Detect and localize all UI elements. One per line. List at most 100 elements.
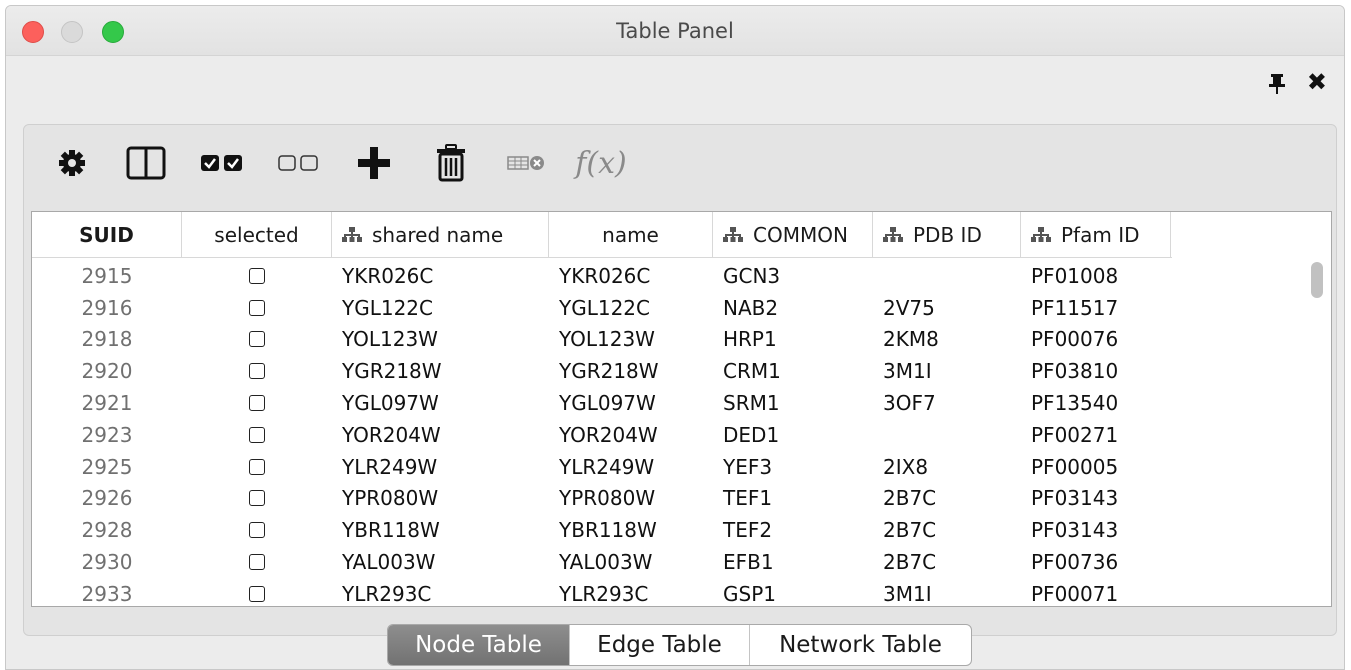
close-panel-icon[interactable]: ✖ <box>1307 70 1327 94</box>
pin-icon[interactable] <box>1268 74 1286 94</box>
cell-shared-name: YKR026C <box>342 263 434 288</box>
table-row[interactable]: 2915 YKR026C YKR026C GCN3 PF01008 <box>32 260 1172 292</box>
table-row[interactable]: 2921 YGL097W YGL097W SRM1 3OF7 PF13540 <box>32 387 1172 419</box>
cell-suid: 2918 <box>81 327 133 352</box>
selected-checkbox[interactable] <box>249 585 265 602</box>
function-builder-icon: f(x) <box>575 145 627 181</box>
cell-selected <box>182 331 332 348</box>
cell-pfam-id: PF11517 <box>1031 295 1119 320</box>
cell-suid: 2930 <box>81 550 133 575</box>
table-panel-window: Table Panel ✖ f(x) SUID selected shared … <box>5 5 1345 670</box>
column-header-name[interactable]: name <box>549 212 713 258</box>
deselect-all-icon[interactable] <box>277 143 321 183</box>
network-tree-icon <box>1031 227 1051 242</box>
cell-selected <box>182 395 332 412</box>
selected-checkbox[interactable] <box>249 267 265 284</box>
cell-name: YOR204W <box>559 422 658 447</box>
cell-pfam-id: PF13540 <box>1031 391 1119 416</box>
network-tree-icon <box>723 227 743 242</box>
column-header-common[interactable]: COMMON <box>713 212 873 258</box>
cell-pdb-id: 2IX8 <box>883 454 929 479</box>
cell-name: YKR026C <box>559 263 651 288</box>
title-bar[interactable]: Table Panel <box>6 6 1344 56</box>
node-table: SUID selected shared name name COMMON PD… <box>31 211 1332 607</box>
cell-suid: 2926 <box>81 486 133 511</box>
window-title: Table Panel <box>616 19 734 43</box>
table-row[interactable]: 2933 YLR293C YLR293C GSP1 3M1I PF00071 <box>32 578 1172 606</box>
cell-pfam-id: PF03143 <box>1031 486 1119 511</box>
table-row[interactable]: 2926 YPR080W YPR080W TEF1 2B7C PF03143 <box>32 483 1172 515</box>
column-header-suid[interactable]: SUID <box>32 212 182 258</box>
cell-name: YLR249W <box>559 454 655 479</box>
trash-icon[interactable] <box>431 143 471 183</box>
select-all-icon[interactable] <box>199 143 245 183</box>
table-row[interactable]: 2920 YGR218W YGR218W CRM1 3M1I PF03810 <box>32 355 1172 387</box>
table-row[interactable]: 2916 YGL122C YGL122C NAB2 2V75 PF11517 <box>32 292 1172 324</box>
cell-pdb-id: 2KM8 <box>883 327 939 352</box>
vertical-scrollbar[interactable] <box>1311 262 1323 298</box>
selected-checkbox[interactable] <box>249 458 265 475</box>
cell-pfam-id: PF00005 <box>1031 454 1119 479</box>
cell-common: GSP1 <box>723 581 776 606</box>
cell-suid: 2928 <box>81 518 133 543</box>
cell-suid: 2920 <box>81 359 133 384</box>
cell-name: YGR218W <box>559 359 659 384</box>
selected-checkbox[interactable] <box>249 522 265 539</box>
cell-common: CRM1 <box>723 359 781 384</box>
cell-shared-name: YGR218W <box>342 359 442 384</box>
column-header-label: selected <box>214 223 299 247</box>
cell-selected <box>182 490 332 507</box>
tab-network-table[interactable]: Network Table <box>749 625 971 665</box>
column-header-label: PDB ID <box>913 223 982 247</box>
gear-icon[interactable] <box>54 143 90 183</box>
add-icon[interactable] <box>354 143 394 183</box>
column-header-shared-name[interactable]: shared name <box>332 212 549 258</box>
selected-checkbox[interactable] <box>249 554 265 571</box>
selected-checkbox[interactable] <box>249 363 265 380</box>
cell-selected <box>182 426 332 443</box>
cell-name: YGL097W <box>559 391 656 416</box>
selected-checkbox[interactable] <box>249 426 265 443</box>
column-layout-icon[interactable] <box>124 143 168 183</box>
column-header-label: name <box>602 223 659 247</box>
table-row[interactable]: 2923 YOR204W YOR204W DED1 PF00271 <box>32 419 1172 451</box>
column-header-label: shared name <box>372 223 504 247</box>
tab-edge-table[interactable]: Edge Table <box>569 625 749 665</box>
table-row[interactable]: 2930 YAL003W YAL003W EFB1 2B7C PF00736 <box>32 546 1172 578</box>
selected-checkbox[interactable] <box>249 490 265 507</box>
cell-pdb-id: 2V75 <box>883 295 935 320</box>
network-tree-icon <box>883 227 903 242</box>
delete-table-icon <box>506 143 548 183</box>
selected-checkbox[interactable] <box>249 331 265 348</box>
cell-pdb-id: 2B7C <box>883 550 937 575</box>
cell-common: GCN3 <box>723 263 781 288</box>
table-row[interactable]: 2925 YLR249W YLR249W YEF3 2IX8 PF00005 <box>32 451 1172 483</box>
cell-suid: 2933 <box>81 581 133 606</box>
cell-common: DED1 <box>723 422 780 447</box>
cell-pfam-id: PF00071 <box>1031 581 1119 606</box>
table-row[interactable]: 2928 YBR118W YBR118W TEF2 2B7C PF03143 <box>32 514 1172 546</box>
cell-selected <box>182 522 332 539</box>
cell-common: HRP1 <box>723 327 777 352</box>
table-container: f(x) SUID selected shared name name COMM… <box>23 124 1337 636</box>
cell-common: TEF1 <box>723 486 773 511</box>
selected-checkbox[interactable] <box>249 395 265 412</box>
table-body: 2915 YKR026C YKR026C GCN3 PF01008 2916 YGL122C… <box>32 260 1172 606</box>
cell-name: YBR118W <box>559 518 657 543</box>
cell-suid: 2925 <box>81 454 133 479</box>
cell-suid: 2921 <box>81 391 133 416</box>
tab-node-table[interactable]: Node Table <box>388 625 569 665</box>
selected-checkbox[interactable] <box>249 299 265 316</box>
cell-pfam-id: PF00271 <box>1031 422 1119 447</box>
table-row[interactable]: 2918 YOL123W YOL123W HRP1 2KM8 PF00076 <box>32 324 1172 356</box>
cell-selected <box>182 554 332 571</box>
cell-shared-name: YGL097W <box>342 391 439 416</box>
cell-name: YLR293C <box>559 581 649 606</box>
column-header-pfam-id[interactable]: Pfam ID <box>1021 212 1171 258</box>
column-header-selected[interactable]: selected <box>182 212 332 258</box>
cell-pfam-id: PF03810 <box>1031 359 1119 384</box>
cell-common: YEF3 <box>723 454 773 479</box>
column-header-pdb-id[interactable]: PDB ID <box>873 212 1021 258</box>
cell-shared-name: YPR080W <box>342 486 439 511</box>
cell-shared-name: YLR293C <box>342 581 432 606</box>
